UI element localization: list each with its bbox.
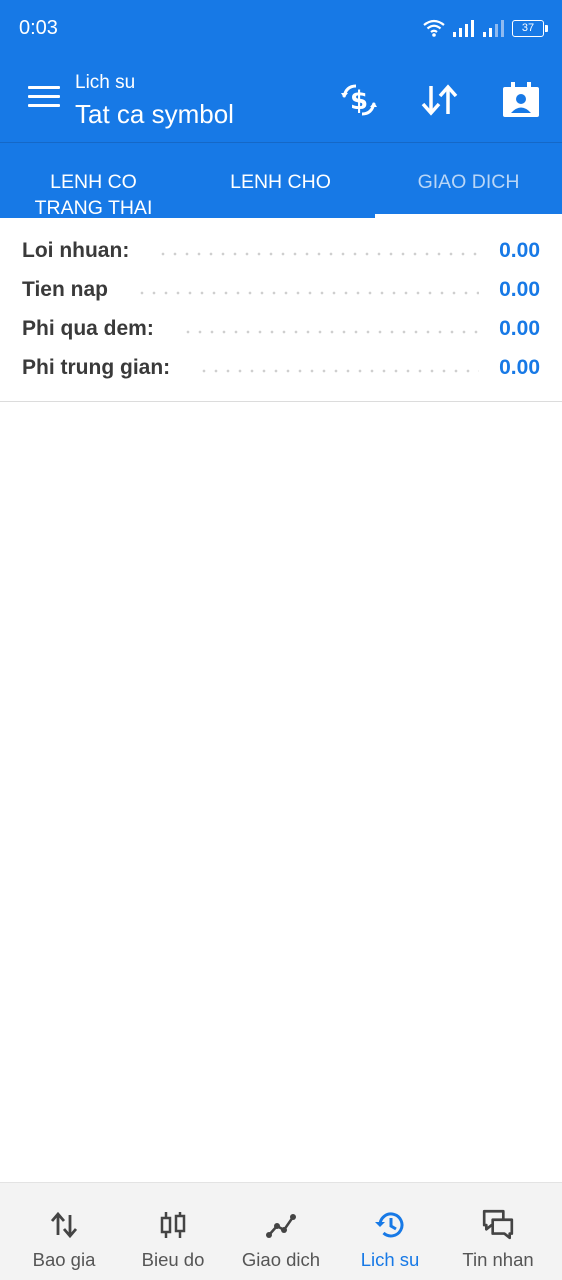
summary-value: 0.00 xyxy=(499,278,540,301)
sort-icon[interactable] xyxy=(419,80,461,120)
nav-messages[interactable]: Tin nhan xyxy=(442,1183,554,1280)
nav-history[interactable]: Lich su xyxy=(334,1183,446,1280)
summary-value: 0.00 xyxy=(499,239,540,262)
dot-leader xyxy=(157,252,480,256)
summary-row-deposit: Tien nap 0.00 xyxy=(22,275,540,305)
bottom-navigation: Bao gia Bieu do Giao dich Lich su Tin nh… xyxy=(0,1182,562,1280)
summary-value: 0.00 xyxy=(499,317,540,340)
trade-icon xyxy=(266,1214,296,1238)
svg-text:$: $ xyxy=(350,86,368,116)
nav-trade[interactable]: Giao dich xyxy=(225,1183,337,1280)
summary-row-swap: Phi qua dem: 0.00 xyxy=(22,314,540,344)
history-icon xyxy=(375,1212,404,1238)
nav-quotes[interactable]: Bao gia xyxy=(8,1183,120,1280)
status-time: 0:03 xyxy=(19,17,58,39)
tab-deals[interactable]: GIAO DICH xyxy=(375,169,562,195)
menu-icon[interactable] xyxy=(28,86,60,112)
summary-label: Phi trung gian: xyxy=(22,356,171,379)
nav-label: Tin nhan xyxy=(462,1249,534,1270)
quotes-icon xyxy=(50,1211,78,1239)
tab-pending-orders[interactable]: LENH CHO xyxy=(187,169,374,195)
summary-label: Loi nhuan: xyxy=(22,239,130,262)
wifi-icon xyxy=(423,19,445,37)
contact-calendar-icon[interactable] xyxy=(500,80,542,120)
candlestick-icon xyxy=(160,1212,186,1238)
dot-leader xyxy=(198,369,480,373)
dot-leader xyxy=(135,291,480,295)
summary-label: Tien nap xyxy=(22,278,108,301)
nav-label: Giao dich xyxy=(241,1249,321,1270)
nav-label: Lich su xyxy=(360,1249,420,1270)
signal-2-icon xyxy=(483,20,504,37)
messages-icon xyxy=(482,1209,514,1240)
currency-exchange-icon[interactable]: $ xyxy=(338,80,380,120)
summary-row-commission: Phi trung gian: 0.00 xyxy=(22,353,540,383)
nav-label: Bieu do xyxy=(141,1249,205,1270)
page-title[interactable]: Tat ca symbol xyxy=(75,99,234,130)
summary-value: 0.00 xyxy=(499,356,540,379)
battery-icon: 37 xyxy=(512,19,548,37)
history-tabs: LENH CO TRANG THAI LENH CHO GIAO DICH xyxy=(0,142,562,221)
summary-row-profit: Loi nhuan: 0.00 xyxy=(22,236,540,266)
nav-charts[interactable]: Bieu do xyxy=(117,1183,229,1280)
signal-icon xyxy=(453,20,474,37)
nav-label: Bao gia xyxy=(32,1249,96,1270)
dot-leader xyxy=(181,330,480,334)
summary-label: Phi qua dem: xyxy=(22,317,154,340)
tab-open-positions[interactable]: LENH CO TRANG THAI xyxy=(0,169,187,221)
app-bar: Lich su Tat ca symbol $ xyxy=(0,56,562,142)
status-bar: 0:03 37 xyxy=(0,0,562,56)
summary-panel: Loi nhuan: 0.00 Tien nap 0.00 Phi qua de… xyxy=(0,218,562,402)
system-icons: 37 xyxy=(422,16,548,40)
app-bar-subtitle: Lich su xyxy=(75,72,136,93)
